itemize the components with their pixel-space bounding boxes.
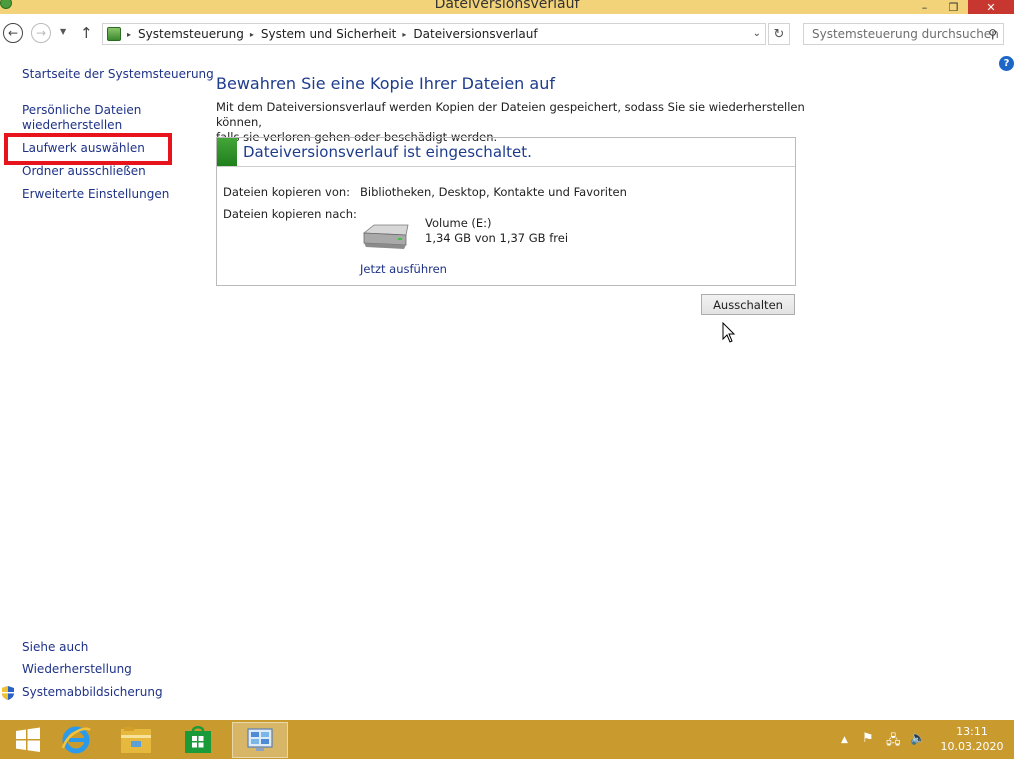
see-also-heading: Siehe auch xyxy=(22,640,89,654)
tray-volume-icon[interactable]: 🔈 xyxy=(910,731,926,746)
folder-icon xyxy=(121,727,151,753)
description-line-1: Mit dem Dateiversionsverlauf werden Kopi… xyxy=(216,100,805,129)
status-text: Dateiversionsverlauf ist eingeschaltet. xyxy=(243,143,532,161)
window-controls: – ❐ ✕ xyxy=(910,0,1014,14)
help-icon[interactable]: ? xyxy=(999,56,1014,71)
highlight-box xyxy=(4,133,172,165)
copy-to-label: Dateien kopieren nach: xyxy=(223,207,357,221)
store-bag-icon xyxy=(185,726,211,753)
copy-from-value: Bibliotheken, Desktop, Kontakte und Favo… xyxy=(360,185,627,199)
uac-shield-icon xyxy=(2,686,14,700)
run-now-link[interactable]: Jetzt ausführen xyxy=(360,262,447,276)
breadcrumb-dateiversionsverlauf[interactable]: Dateiversionsverlauf xyxy=(413,27,537,41)
windows-logo-icon xyxy=(16,727,40,752)
drive-free-space: 1,34 GB von 1,37 GB frei xyxy=(425,231,569,245)
mouse-cursor-icon xyxy=(722,322,736,343)
title-bar: Dateiversionsverlauf – ❐ ✕ xyxy=(0,0,1014,14)
copy-from-label: Dateien kopieren von: xyxy=(223,185,351,199)
sidebar-item-restore-personal-files-line2[interactable]: wiederherstellen xyxy=(22,118,122,133)
taskbar-internet-explorer[interactable] xyxy=(48,722,104,758)
close-button[interactable]: ✕ xyxy=(968,0,1014,14)
tray-show-hidden-icon[interactable]: ▲ xyxy=(841,735,848,745)
forward-button[interactable]: → xyxy=(31,23,51,43)
turn-off-button[interactable]: Ausschalten xyxy=(701,294,795,315)
search-placeholder: Systemsteuerung durchsuchen xyxy=(812,27,999,41)
sidebar-item-advanced-settings[interactable]: Erweiterte Einstellungen xyxy=(22,187,169,202)
back-button[interactable]: ← xyxy=(3,23,23,43)
tray-network-icon[interactable]: 🖧 xyxy=(886,731,901,753)
refresh-button[interactable]: ↻ xyxy=(768,23,790,45)
window-title: Dateiversionsverlauf xyxy=(434,0,580,12)
sidebar-item-home[interactable]: Startseite der Systemsteuerung xyxy=(22,67,214,82)
maximize-button[interactable]: ❐ xyxy=(939,0,968,14)
drive-icon xyxy=(362,224,409,249)
search-icon[interactable]: ⚲ xyxy=(988,27,997,41)
sidebar-item-restore-personal-files[interactable]: Persönliche Dateien xyxy=(22,103,141,118)
breadcrumb-system-und-sicherheit[interactable]: System und Sicherheit ▸ xyxy=(261,27,414,41)
clock-time: 13:11 xyxy=(956,725,988,738)
up-button[interactable]: ↑ xyxy=(80,24,93,42)
page-title: Bewahren Sie eine Kopie Ihrer Dateien au… xyxy=(216,74,555,93)
address-dropdown-icon[interactable]: ⌄ xyxy=(753,28,761,39)
clock-date: 10.03.2020 xyxy=(940,740,1004,753)
taskbar-file-explorer[interactable] xyxy=(108,722,164,758)
sidebar-item-exclude-folders[interactable]: Ordner ausschließen xyxy=(22,164,146,179)
navigation-bar: ← → ▼ ↑ ▸ Systemsteuerung ▸ System und Si… xyxy=(0,14,1014,54)
taskbar: ▲ ⚑ 🖧 🔈 13:11 10.03.2020 xyxy=(0,720,1014,759)
taskbar-clock[interactable]: 13:11 10.03.2020 xyxy=(930,724,1014,754)
breadcrumb-systemsteuerung[interactable]: Systemsteuerung ▸ xyxy=(138,27,261,41)
control-panel-taskbar-icon xyxy=(247,728,273,751)
status-indicator xyxy=(217,138,237,166)
drive-name: Volume (E:) xyxy=(425,216,492,230)
minimize-button[interactable]: – xyxy=(910,0,939,14)
status-panel: Dateiversionsverlauf ist eingeschaltet. … xyxy=(216,137,796,286)
taskbar-store[interactable] xyxy=(170,722,226,758)
search-input[interactable]: Systemsteuerung durchsuchen ⚲ xyxy=(803,23,1004,45)
panel-divider xyxy=(217,166,795,167)
breadcrumb-root-separator[interactable]: ▸ xyxy=(121,30,138,39)
recent-locations-dropdown[interactable]: ▼ xyxy=(60,27,66,36)
internet-explorer-icon xyxy=(61,726,91,754)
taskbar-control-panel[interactable] xyxy=(232,722,288,758)
tray-action-center-flag-icon[interactable]: ⚑ xyxy=(862,731,874,746)
control-panel-icon xyxy=(107,27,121,41)
see-also-recovery[interactable]: Wiederherstellung xyxy=(22,662,132,677)
address-bar[interactable]: ▸ Systemsteuerung ▸ System und Sicherheit… xyxy=(102,23,766,45)
see-also-system-image-backup[interactable]: Systemabbildsicherung xyxy=(22,685,163,700)
